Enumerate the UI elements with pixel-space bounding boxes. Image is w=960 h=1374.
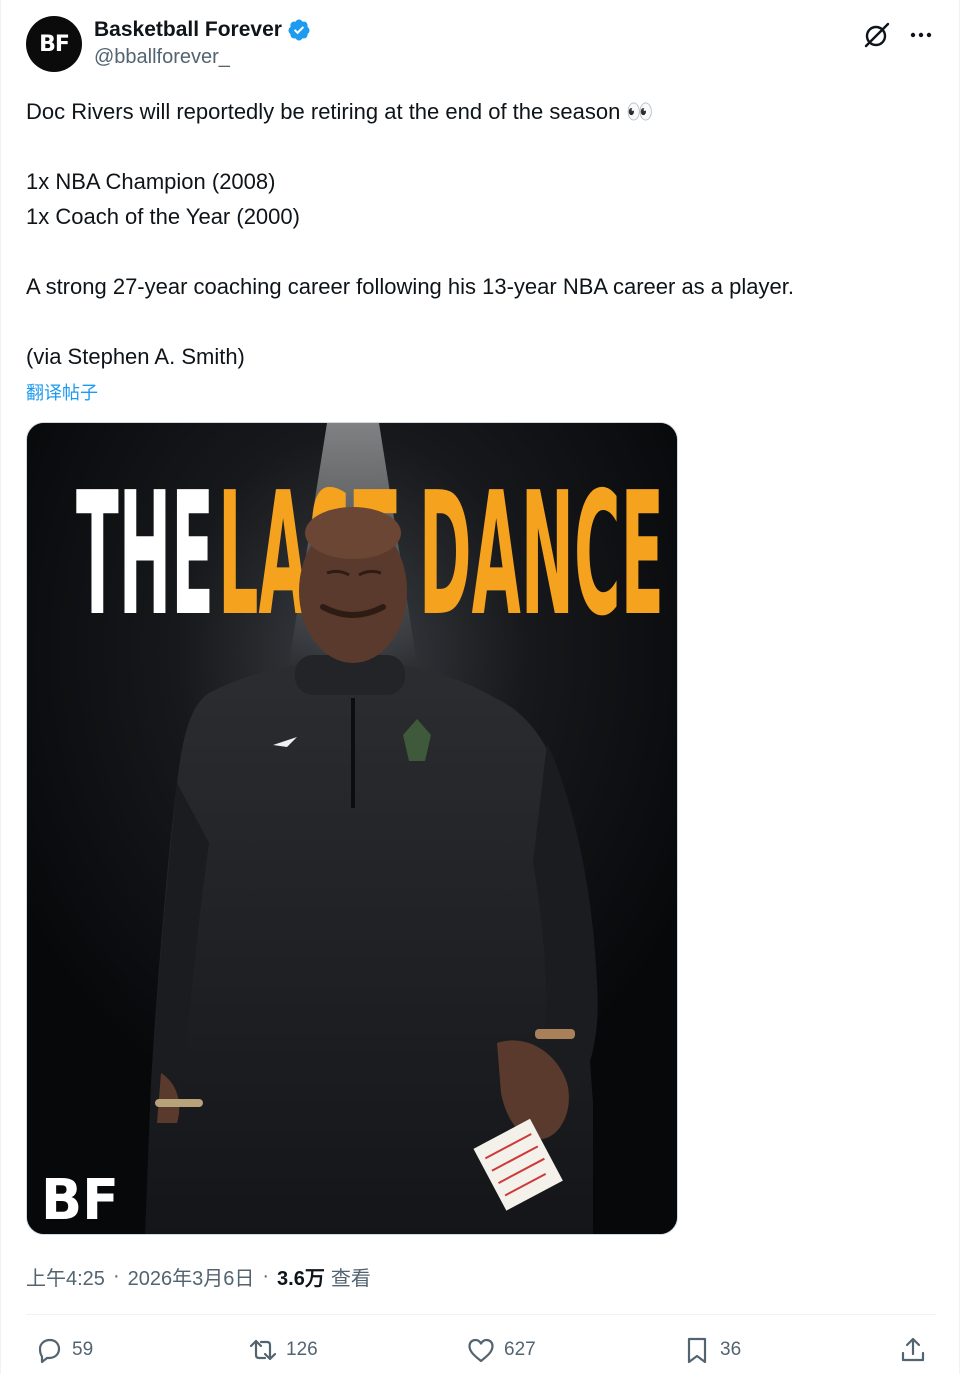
bookmark-count: 36 <box>720 1339 742 1360</box>
post-line <box>26 129 926 164</box>
post-line: 1x Coach of the Year (2000) <box>26 204 300 229</box>
bookmark-icon <box>687 1337 707 1364</box>
reply-button[interactable]: 59 <box>34 1330 93 1370</box>
divider <box>26 1314 936 1315</box>
post-image[interactable]: THE LAST DANCE BF <box>26 422 678 1235</box>
post-line: (via Stephen A. Smith) <box>26 344 245 369</box>
display-name-row: Basketball Forever <box>94 16 311 44</box>
meta-separator: · <box>112 1264 120 1287</box>
views-label: 查看 <box>330 1267 371 1290</box>
like-count: 627 <box>504 1339 536 1360</box>
verified-badge-icon <box>288 19 310 41</box>
share-icon <box>901 1337 925 1362</box>
post-date[interactable]: 2026年3月6日 <box>128 1262 255 1291</box>
reply-count: 59 <box>72 1339 94 1360</box>
post-line <box>26 234 926 269</box>
repost-icon <box>249 1339 277 1361</box>
display-name[interactable]: Basketball Forever <box>94 18 282 42</box>
heart-icon <box>468 1338 494 1363</box>
repost-count: 126 <box>286 1339 318 1360</box>
action-bar: 59 126 627 36 <box>26 1330 936 1370</box>
headline-last-dance: LAST DANCE <box>218 456 664 654</box>
author-names: Basketball Forever @bballforever_ <box>94 16 311 69</box>
bf-watermark: BF <box>41 1168 119 1233</box>
share-button[interactable] <box>898 1330 928 1370</box>
reply-icon <box>38 1338 61 1364</box>
translate-post-link[interactable]: 翻译帖子 <box>26 379 98 405</box>
post-line: 1x NBA Champion (2008) <box>26 169 276 194</box>
post-line <box>26 304 926 339</box>
avatar[interactable]: BF <box>26 16 82 72</box>
headline-the: THE <box>76 456 214 654</box>
views-count[interactable]: 3.6万 <box>277 1262 325 1291</box>
post-header: BF Basketball Forever @bballforever_ <box>26 14 936 76</box>
post-time[interactable]: 上午4:25 <box>26 1262 105 1291</box>
grok-icon[interactable] <box>862 20 892 50</box>
post-frame: BF Basketball Forever @bballforever_ Doc… <box>0 0 960 1374</box>
bookmark-button[interactable]: 36 <box>682 1330 741 1370</box>
like-button[interactable]: 627 <box>466 1330 536 1370</box>
post-metadata: 上午4:25 · 2026年3月6日 · 3.6万 查看 <box>26 1261 371 1291</box>
post-text: Doc Rivers will reportedly be retiring a… <box>26 94 926 374</box>
repost-button[interactable]: 126 <box>248 1330 318 1370</box>
handle[interactable]: @bballforever_ <box>94 46 311 69</box>
the-last-dance-graphic: THE LAST DANCE BF <box>27 423 677 1234</box>
avatar-logo: BF <box>39 31 70 57</box>
meta-separator: · <box>262 1264 270 1287</box>
more-options-icon[interactable] <box>906 20 936 50</box>
post-line: A strong 27-year coaching career followi… <box>26 274 794 299</box>
header-actions <box>862 20 936 50</box>
post-line: Doc Rivers will reportedly be retiring a… <box>26 99 654 124</box>
